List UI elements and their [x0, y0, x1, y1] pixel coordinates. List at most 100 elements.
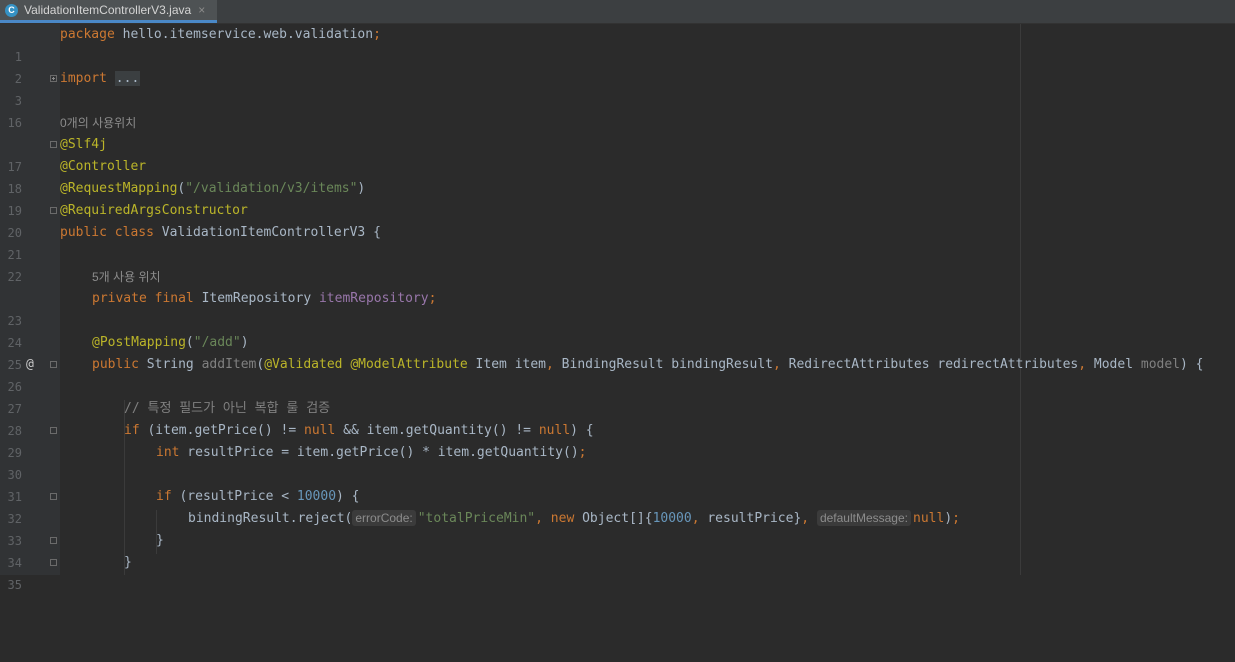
unused-parameter: model — [1140, 357, 1181, 372]
code-line: 22 — [0, 244, 1235, 284]
string-literal: "/add" — [193, 335, 241, 350]
folded-imports[interactable]: ... — [114, 71, 141, 86]
keyword: private final — [92, 291, 194, 306]
field-name: itemRepository — [318, 291, 429, 306]
expression: ) { — [336, 489, 360, 504]
keyword: int — [156, 445, 180, 460]
fold-collapse-icon[interactable] — [50, 207, 57, 214]
usage-hint-line: 0개의 사용위치 — [0, 112, 1235, 134]
string-literal: "/validation/v3/items" — [185, 181, 358, 196]
semicolon: ; — [373, 27, 381, 42]
annotation: @PostMapping — [92, 335, 186, 350]
code-line: 25 @PostMapping("/add") — [0, 332, 1235, 372]
code-line: 29 if (item.getPrice() != null && item.g… — [0, 420, 1235, 460]
code-line: 33 bindingResult.reject(errorCode: "total… — [0, 508, 1235, 548]
code-editor[interactable]: 1 package hello.itemservice.web.validati… — [0, 24, 1235, 592]
fold-collapse-icon[interactable] — [50, 559, 57, 566]
fold-collapse-icon[interactable] — [50, 537, 57, 544]
semicolon: ; — [578, 445, 587, 460]
fold-collapse-icon[interactable] — [50, 361, 57, 368]
tab-validation-item-controller-v3[interactable]: C ValidationItemControllerV3.java × — [0, 0, 217, 23]
code-line: 28 // 특정 필드가 아닌 복합 룰 검증 — [0, 398, 1235, 438]
keyword: null — [538, 423, 571, 438]
parameter: BindingResult bindingResult — [561, 357, 773, 372]
code-line: 34 } — [0, 530, 1235, 570]
close-icon[interactable]: × — [198, 3, 205, 17]
usage-hint-line: 5개 사용 위치 — [0, 266, 1235, 288]
code-line: 21 public class ValidationItemController… — [0, 222, 1235, 262]
class-declaration: ValidationItemControllerV3 { — [153, 225, 381, 240]
code-line: 35 } — [0, 552, 1235, 592]
code-line: 23 private final ItemRepository itemRepo… — [0, 288, 1235, 328]
comma: , — [1078, 357, 1094, 372]
expression: && item.getQuantity() != — [335, 423, 539, 438]
return-type: String — [138, 357, 202, 372]
keyword: if — [124, 423, 140, 438]
closing-brace: } — [124, 555, 132, 570]
keyword: if — [156, 489, 172, 504]
fold-collapse-icon[interactable] — [50, 493, 57, 500]
parameter-type: Model — [1093, 357, 1141, 372]
annotation: @ModelAttribute — [350, 357, 468, 372]
parameter-name-hint: errorCode: — [352, 510, 416, 526]
string-literal: "totalPriceMin" — [417, 511, 536, 526]
code-line: 31 — [0, 464, 1235, 504]
code-line: 20 @RequiredArgsConstructor — [0, 200, 1235, 240]
code-line: 17 @Slf4j — [0, 134, 1235, 174]
expression: ) { — [570, 423, 594, 438]
paren: ( — [185, 335, 194, 350]
java-class-icon: C — [5, 3, 18, 17]
package-name: hello.itemservice.web.validation — [114, 27, 374, 42]
code-line: 3 import ... — [0, 68, 1235, 108]
code-line: 19 @RequestMapping("/validation/v3/items… — [0, 178, 1235, 218]
keyword: new — [550, 511, 575, 526]
tab-filename: ValidationItemControllerV3.java — [24, 3, 192, 17]
editor-tab-bar: C ValidationItemControllerV3.java × — [0, 0, 1235, 24]
request-mapping-gutter-icon[interactable]: @ — [26, 354, 34, 376]
parameter-name-hint: defaultMessage: — [816, 510, 911, 526]
code-line: 1 package hello.itemservice.web.validati… — [0, 24, 1235, 64]
usage-count-hint[interactable]: 0개의 사용위치 — [60, 112, 136, 134]
code-line: 16 — [0, 90, 1235, 130]
keyword: import — [60, 71, 107, 86]
method-call: bindingResult.reject( — [188, 511, 353, 526]
number-literal: 10000 — [296, 489, 337, 504]
expression: resultPrice = item.getPrice() * item.get… — [179, 445, 579, 460]
semicolon: ; — [428, 291, 437, 306]
keyword: public — [92, 357, 139, 372]
method-name: addItem — [201, 357, 257, 372]
parameter: Item item — [467, 357, 547, 372]
comma: , — [546, 357, 562, 372]
code-line: 26 @ public String addItem(@Validated @M… — [0, 354, 1235, 394]
keyword: null — [304, 423, 336, 438]
method-open: ) { — [1180, 357, 1204, 372]
annotation: @Validated — [264, 357, 343, 372]
paren: ) — [944, 511, 953, 526]
fold-collapse-icon[interactable] — [50, 141, 57, 148]
type-name: ItemRepository — [193, 291, 319, 306]
comma: , — [773, 357, 789, 372]
comment: // 특정 필드가 아닌 복합 룰 검증 — [124, 401, 331, 416]
number-literal: 10000 — [652, 511, 692, 526]
code-line: 30 int resultPrice = item.getPrice() * i… — [0, 442, 1235, 482]
fold-collapse-icon[interactable] — [50, 427, 57, 434]
paren: ) — [240, 335, 249, 350]
line-number: 35 — [7, 578, 22, 592]
keyword: package — [60, 27, 115, 42]
keyword: null — [913, 511, 945, 526]
code-line: 2 — [0, 46, 1235, 86]
annotation: @RequiredArgsConstructor — [60, 203, 248, 218]
semicolon: ; — [952, 511, 960, 526]
expression: Object[]{ — [574, 511, 653, 526]
keyword: public class — [60, 225, 154, 240]
usage-count-hint[interactable]: 5개 사용 위치 — [92, 266, 161, 288]
comma: , — [801, 511, 817, 526]
annotation: @RequestMapping — [60, 181, 178, 196]
annotation: @Slf4j — [60, 137, 107, 152]
expression: (item.getPrice() != — [139, 423, 305, 438]
code-line: 18 @Controller — [0, 156, 1235, 196]
fold-expand-icon[interactable] — [50, 75, 57, 82]
expression: resultPrice} — [707, 511, 802, 526]
code-line: 27 — [0, 376, 1235, 416]
parameter: RedirectAttributes redirectAttributes — [788, 357, 1079, 372]
